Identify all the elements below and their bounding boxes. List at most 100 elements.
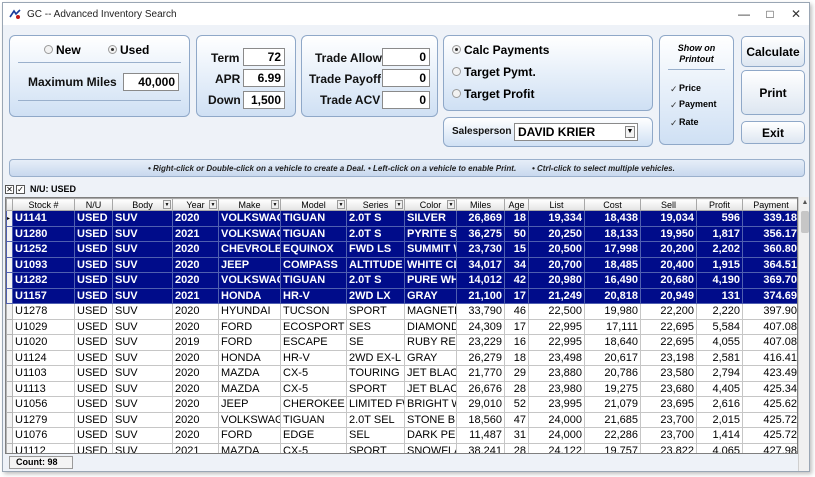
table-cell: 22,695 (640, 318, 697, 335)
column-header[interactable]: Color ▼ (404, 198, 457, 211)
table-cell: 2020 (172, 303, 219, 320)
table-cell: 19,034 (640, 210, 697, 227)
table-row[interactable]: U1112USEDSUV2021MAZDACX-5SPORTSNOWFLAKE … (6, 442, 797, 453)
exit-button[interactable]: Exit (741, 121, 805, 144)
table-cell: 28 (504, 442, 529, 453)
table-cell: 2.0T S (346, 225, 405, 242)
table-cell: ALTITUDE (346, 256, 405, 273)
target-payment-label[interactable]: Target Pymt. (464, 65, 536, 79)
column-header[interactable]: Model ▼ (280, 198, 347, 211)
table-row[interactable]: U1278 USED SUV 2020 HYUNDAI TUCSON SPORT MAGNET… (6, 303, 797, 320)
table-row[interactable]: U1252USEDSUV2020CHEVROLETEQUINOXFWD LSSU… (6, 241, 797, 258)
payment-check-icon[interactable]: ✓ (670, 100, 678, 111)
table-row[interactable]: U1020USEDSUV2019FORDESCAPESERUBY RED23,2… (6, 334, 797, 351)
table-row[interactable]: U1282USEDSUV2020VOLKSWAGENTIGUAN2.0T SPU… (6, 272, 797, 289)
table-row[interactable]: U1280USEDSUV2021VOLKSWAGENTIGUAN2.0T SPY… (6, 225, 797, 242)
table-row[interactable]: U1279USEDSUV2020VOLKSWAGENTIGUAN2.0T SEL… (6, 411, 797, 428)
table-cell: 21,100 (456, 287, 505, 304)
column-filter-dropdown-icon[interactable]: ▼ (337, 200, 345, 209)
table-cell: 407.08 (742, 318, 797, 335)
table-row[interactable]: U1113USEDSUV2020MAZDACX-5SPORTJET BLACK2… (6, 380, 797, 397)
used-radio[interactable] (108, 45, 117, 54)
target-payment-radio[interactable] (452, 67, 461, 76)
table-cell: U1029 (12, 318, 75, 335)
group-filter: ✕ ✓ N/U: USED (5, 182, 76, 196)
table-cell: SNOWFLAKE WHITE (404, 442, 457, 453)
table-row[interactable]: U1076USEDSUV2020FORDEDGESELDARK PERSIMMO… (6, 427, 797, 444)
target-profit-radio[interactable] (452, 89, 461, 98)
table-row[interactable]: U1124 USED SUV 2020 HONDA HR-V 2WD EX-L GRAY 26,… (6, 349, 797, 366)
column-header[interactable]: Miles (456, 198, 505, 211)
table-cell: 4,190 (696, 272, 743, 289)
column-filter-dropdown-icon[interactable]: ▼ (395, 200, 403, 209)
target-profit-label[interactable]: Target Profit (464, 87, 534, 101)
column-header[interactable]: Profit (696, 198, 743, 211)
table-cell: U1280 (12, 225, 75, 242)
column-header[interactable]: Age (504, 198, 529, 211)
filter-check-icon[interactable]: ✓ (16, 184, 25, 194)
column-header[interactable]: List (528, 198, 585, 211)
column-header[interactable]: Body ▼ (112, 198, 173, 211)
calc-payments-label[interactable]: Calc Payments (464, 43, 549, 57)
scroll-thumb[interactable] (801, 211, 809, 233)
calc-payments-radio[interactable] (452, 45, 461, 54)
trade-payoff-input[interactable]: 0 (382, 69, 430, 87)
term-input[interactable]: 72 (243, 48, 285, 66)
table-row[interactable]: U1093 USED SUV 2020 JEEP COMPASS ALTITUDE WHITE… (6, 256, 797, 273)
column-header[interactable]: Cost (584, 198, 641, 211)
table-row[interactable]: U1157 USED SUV 2021 HONDA HR-V 2WD LX GRAY 21,10… (6, 287, 797, 304)
table-cell: U1103 (12, 365, 75, 382)
table-cell: 18 (504, 349, 529, 366)
maximize-icon[interactable]: □ (757, 3, 783, 25)
table-row[interactable]: U1029USEDSUV2020FORDECOSPORTSESDIAMOND W… (6, 318, 797, 335)
table-cell: 23,695 (640, 396, 697, 413)
column-header[interactable]: Payment (742, 198, 797, 211)
table-cell: 21,079 (584, 396, 641, 413)
table-row[interactable]: ▸U1141USEDSUV2020VOLKSWAGENTIGUAN2.0T SS… (6, 210, 797, 227)
column-filter-dropdown-icon[interactable]: ▼ (271, 200, 279, 209)
new-radio[interactable] (44, 45, 53, 54)
table-cell: 17 (504, 318, 529, 335)
table-cell: 20,250 (528, 225, 585, 242)
column-filter-dropdown-icon[interactable]: ▼ (447, 200, 455, 209)
payment-option-label[interactable]: Payment (679, 99, 717, 109)
table-cell: SUV (112, 365, 173, 382)
table-cell: 596 (696, 210, 743, 227)
table-cell: 38,241 (456, 442, 505, 453)
scroll-up-icon[interactable]: ▲ (799, 197, 809, 209)
print-button[interactable]: Print (741, 70, 805, 115)
trade-allow-input[interactable]: 0 (382, 48, 430, 66)
clear-filter-icon[interactable]: ✕ (5, 184, 14, 194)
max-miles-input[interactable]: 40,000 (123, 73, 179, 91)
price-option-label[interactable]: Price (679, 83, 701, 93)
column-header[interactable]: Make ▼ (218, 198, 281, 211)
table-cell: 20,700 (528, 256, 585, 273)
table-row[interactable]: U1103USEDSUV2020MAZDACX-5TOURINGJET BLAC… (6, 365, 797, 382)
table-cell: 21,249 (528, 287, 585, 304)
trade-acv-input[interactable]: 0 (382, 91, 430, 109)
column-header[interactable]: N/U (74, 198, 113, 211)
price-check-icon[interactable]: ✓ (670, 84, 678, 95)
calculate-button[interactable]: Calculate (741, 36, 805, 67)
table-cell: SUV (112, 272, 173, 289)
column-header[interactable]: Year ▼ (172, 198, 219, 211)
column-header[interactable]: Series ▼ (346, 198, 405, 211)
table-row[interactable]: U1056USEDSUV2020JEEPCHEROKEELIMITED FWDB… (6, 396, 797, 413)
table-cell: 24,122 (528, 442, 585, 453)
chevron-down-icon[interactable]: ▼ (625, 126, 635, 138)
rate-option-label[interactable]: Rate (679, 117, 699, 127)
rate-check-icon[interactable]: ✓ (670, 118, 678, 129)
column-header[interactable]: Stock # (12, 198, 75, 211)
close-icon[interactable]: ✕ (783, 3, 809, 25)
down-input[interactable]: 1,500 (243, 91, 285, 109)
apr-input[interactable]: 6.99 (243, 69, 285, 87)
used-radio-label[interactable]: Used (120, 43, 149, 57)
minimize-icon[interactable]: — (731, 3, 757, 25)
new-radio-label[interactable]: New (56, 43, 81, 57)
vertical-scrollbar[interactable]: ▲ ▼ (798, 197, 809, 471)
column-filter-dropdown-icon[interactable]: ▼ (209, 200, 217, 209)
column-filter-dropdown-icon[interactable]: ▼ (163, 200, 171, 209)
table-cell: 2020 (172, 272, 219, 289)
column-header[interactable]: Sell (640, 198, 697, 211)
salesperson-select[interactable]: DAVID KRIER ▼ (514, 123, 638, 141)
